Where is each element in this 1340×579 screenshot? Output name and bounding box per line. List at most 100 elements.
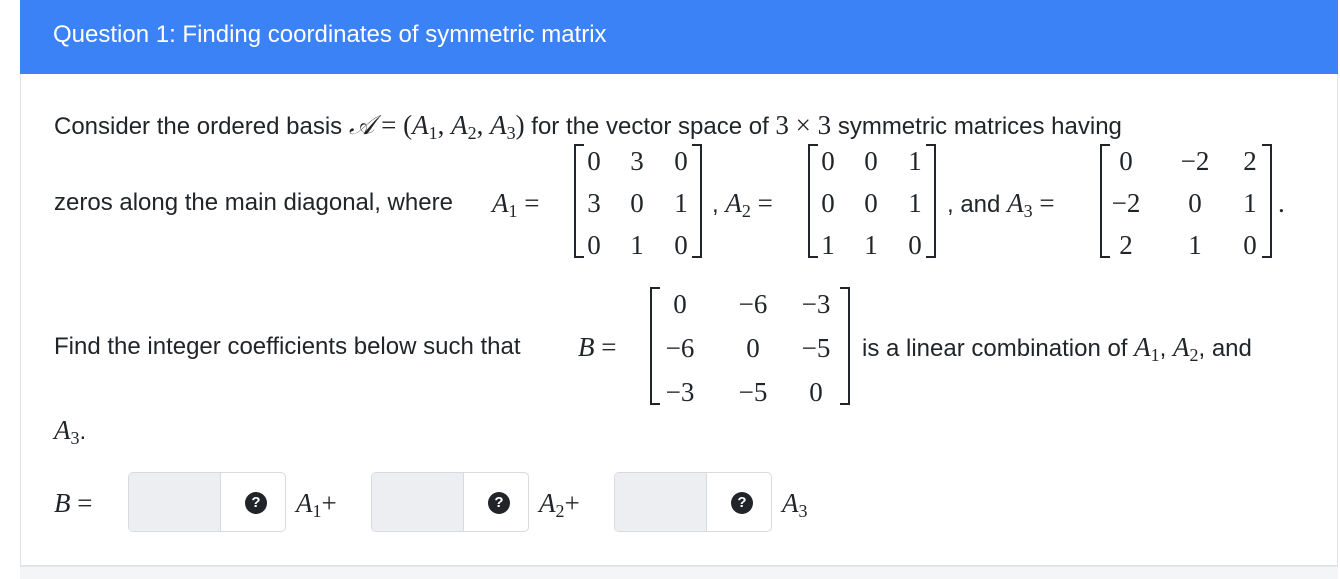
matrix-cell: 3 <box>630 146 644 176</box>
matrix-cell: 0 <box>673 289 687 319</box>
dim-number: 3 <box>817 110 832 140</box>
matrix-cell: 0 <box>809 377 823 407</box>
combination-text-2: is a linear combination of <box>862 335 1135 362</box>
left-bracket <box>650 287 660 405</box>
matrix-cell: 0 <box>1243 230 1257 260</box>
equals-sign: = <box>517 188 540 218</box>
matrix-cell: 1 <box>630 230 644 260</box>
math-a: A <box>1173 332 1190 362</box>
basis-sentence: Consider the ordered basis 𝒜 = (A1, A2, … <box>54 110 1122 148</box>
matrix-cell: 0 <box>821 146 835 176</box>
matrix-cell: −6 <box>738 289 768 319</box>
combination-tail: is a linear combination of A1, A2, and <box>862 332 1252 370</box>
matrix-cell: 0 <box>821 188 835 218</box>
subscript: 2 <box>555 501 565 521</box>
right-bracket <box>692 144 702 258</box>
matrix-a3: 0 −2 2 −2 0 1 2 1 0 <box>1100 144 1272 260</box>
separator-and: , and <box>947 191 1001 218</box>
separator-comma: , <box>1159 335 1167 362</box>
matrix-cell: 0 <box>864 188 878 218</box>
subscript: 1 <box>312 501 322 521</box>
matrix-cell: −3 <box>665 377 695 407</box>
matrix-b: 0 −6 −3 −6 0 −5 −3 −5 0 <box>650 287 850 407</box>
coefficient-2-group: ? <box>371 472 529 532</box>
paren-close: ) <box>515 110 525 140</box>
coefficient-1-group: ? <box>128 472 286 532</box>
subscript: 1 <box>428 123 438 143</box>
left-bracket <box>574 144 584 258</box>
matrix-cell: 1 <box>1243 188 1257 218</box>
matrix-cell: 0 <box>908 230 922 260</box>
combination-text: Find the integer coefficients below such… <box>54 333 521 360</box>
paren-open: ( <box>403 110 413 140</box>
matrix-cell: −5 <box>801 333 831 363</box>
matrix-cell: 3 <box>587 188 601 218</box>
period: . <box>79 418 87 445</box>
subscript: 3 <box>1023 201 1033 221</box>
b-label: B = <box>578 332 616 364</box>
matrix-cell: −3 <box>801 289 831 319</box>
a3-line: A3. <box>54 415 86 453</box>
equals-sign: = <box>70 488 93 518</box>
a3-term: A3 <box>782 488 808 526</box>
coefficient-3-group: ? <box>614 472 772 532</box>
math-comma: , <box>437 110 452 140</box>
math-a: A <box>490 110 507 140</box>
math-a: A <box>296 488 313 518</box>
matrix-cell: 0 <box>630 188 644 218</box>
math-b: B <box>54 488 71 518</box>
right-bracket <box>1262 144 1272 258</box>
coefficient-1-input[interactable] <box>129 473 221 531</box>
subscript: 3 <box>70 428 80 448</box>
equals-sign: = <box>1032 188 1055 218</box>
matrix-cell: 0 <box>674 146 688 176</box>
basis-symbol: 𝒜 <box>348 110 375 141</box>
question-header: Question 1: Finding coordinates of symme… <box>20 0 1338 74</box>
matrix-cell: 0 <box>587 230 601 260</box>
matrix-cell: 0 <box>1119 146 1133 176</box>
coefficient-2-input[interactable] <box>372 473 464 531</box>
subscript: 1 <box>508 201 518 221</box>
matrix-cell: −2 <box>1180 146 1210 176</box>
help-icon[interactable]: ? <box>245 492 267 514</box>
subscript: 1 <box>1150 345 1160 365</box>
answer-b-label: B = <box>54 488 92 520</box>
matrix-cell: 2 <box>1119 230 1133 260</box>
plus-sign: + <box>321 488 337 518</box>
math-a: A <box>782 488 799 518</box>
math-comma: , <box>476 110 491 140</box>
matrix-cell: 1 <box>908 188 922 218</box>
dim-number: 3 <box>775 110 789 140</box>
matrix-cell: 1 <box>1188 230 1202 260</box>
period: . <box>1278 188 1285 218</box>
help-icon[interactable]: ? <box>488 492 510 514</box>
help-icon[interactable]: ? <box>731 492 753 514</box>
matrix-cell: 1 <box>908 146 922 176</box>
matrix-cell: 0 <box>1188 188 1202 218</box>
basis-text-2: for the vector space of <box>524 113 776 140</box>
equals-sign: = <box>594 332 617 362</box>
separator-comma: , <box>712 191 719 218</box>
card-footer <box>20 566 1338 579</box>
matrix-cell: 0 <box>587 146 601 176</box>
basis-text-1: Consider the ordered basis <box>54 113 349 140</box>
matrix-a2: 001001110 <box>808 144 936 260</box>
basis-text-3: symmetric matrices having <box>831 113 1122 140</box>
subscript: 2 <box>741 201 751 221</box>
matrix-cell: 1 <box>864 230 878 260</box>
right-bracket <box>840 287 850 405</box>
basis-text-line2: zeros along the main diagonal, where <box>54 189 453 216</box>
matrix-cell: 0 <box>864 146 878 176</box>
matrix-cell: 1 <box>821 230 835 260</box>
matrix-cell: 0 <box>746 333 760 363</box>
separator-and: , and <box>1198 335 1252 362</box>
math-b: B <box>578 332 595 362</box>
matrix-cell: −2 <box>1111 188 1141 218</box>
matrix-cell: 0 <box>674 230 688 260</box>
plus-sign: + <box>564 488 580 518</box>
times-sign: × <box>788 110 818 140</box>
right-bracket <box>926 144 936 258</box>
coefficient-3-input[interactable] <box>615 473 707 531</box>
a2-term: A2+ <box>539 488 580 526</box>
math-a: A <box>1134 332 1151 362</box>
